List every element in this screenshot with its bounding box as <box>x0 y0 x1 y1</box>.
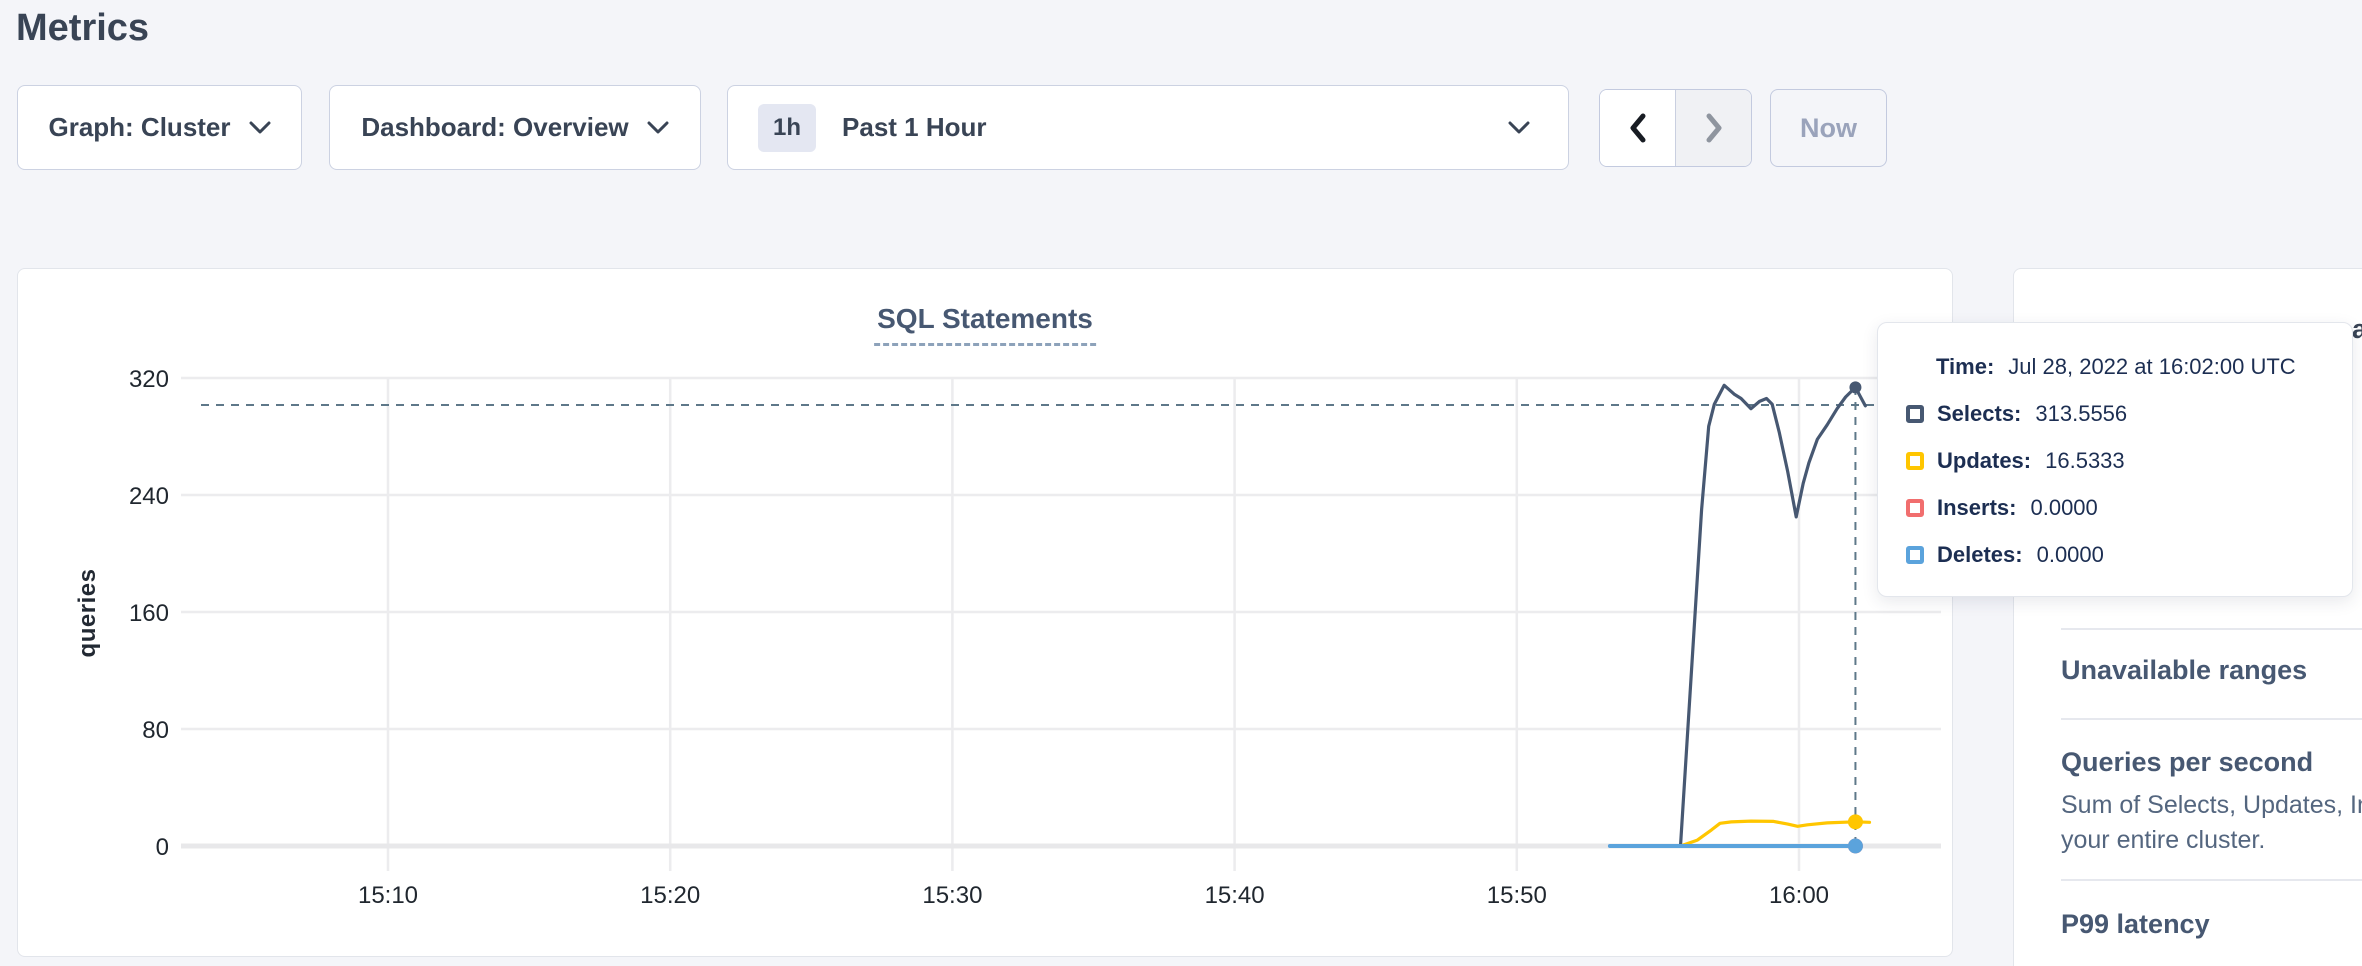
updates-legend-swatch <box>1906 452 1924 470</box>
series-line-updates <box>1610 821 1870 846</box>
metrics-page: Metrics Graph: Cluster Dashboard: Overvi… <box>0 0 2362 966</box>
series-line-selects <box>1610 385 1865 846</box>
sidebar-description-line: your entire cluster. <box>2061 826 2265 855</box>
sidebar-heading-unavailable-ranges: Unavailable ranges <box>2061 655 2307 686</box>
svg-text:320: 320 <box>129 366 169 393</box>
divider <box>2061 628 2362 630</box>
chevron-down-icon <box>249 121 271 135</box>
divider <box>2061 718 2362 720</box>
tooltip-series-label: Inserts: <box>1937 495 2016 521</box>
axis-tick-labels: 320 240 160 80 0 15:10 15:20 15:30 15:40 15:50 16:… <box>129 366 1829 909</box>
dashboard-dropdown[interactable]: Dashboard: Overview <box>329 85 701 170</box>
svg-text:15:30: 15:30 <box>922 882 982 909</box>
chevron-right-icon <box>1704 113 1724 143</box>
prev-time-button[interactable] <box>1600 90 1675 166</box>
tooltip-row-selects: Selects: 313.5556 <box>1878 390 2352 437</box>
tooltip-series-value: 0.0000 <box>2030 495 2097 521</box>
tooltip-time-value: Jul 28, 2022 at 16:02:00 UTC <box>2008 354 2295 380</box>
chevron-down-icon <box>1508 121 1530 135</box>
sidebar-heading-queries-per-second: Queries per second <box>2061 747 2313 778</box>
svg-text:0: 0 <box>156 834 169 861</box>
svg-text:15:10: 15:10 <box>358 882 418 909</box>
tooltip-series-value: 16.5333 <box>2045 448 2125 474</box>
tooltip-time-row: Time: Jul 28, 2022 at 16:02:00 UTC <box>1878 343 2352 390</box>
selects-legend-swatch <box>1906 405 1924 423</box>
svg-text:15:20: 15:20 <box>640 882 700 909</box>
hover-dot-deletes <box>1848 839 1863 854</box>
sidebar-heading-p99-latency: P99 latency <box>2061 909 2210 940</box>
divider <box>2061 879 2362 881</box>
page-title: Metrics <box>16 4 149 52</box>
gridlines <box>181 378 1941 871</box>
sidebar-description-line: Sum of Selects, Updates, Inser <box>2061 791 2362 820</box>
deletes-legend-swatch <box>1906 546 1924 564</box>
svg-text:240: 240 <box>129 483 169 510</box>
svg-text:80: 80 <box>142 717 169 744</box>
graph-dropdown-label: Graph: Cluster <box>48 112 230 143</box>
hover-dot-updates <box>1848 814 1863 829</box>
time-range-label: Past 1 Hour <box>842 112 1482 143</box>
chart-tooltip: Time: Jul 28, 2022 at 16:02:00 UTC Selec… <box>1877 322 2353 597</box>
svg-text:15:40: 15:40 <box>1205 882 1265 909</box>
tooltip-time-label: Time: <box>1936 354 1994 380</box>
sql-statements-chart[interactable]: 320 240 160 80 0 15:10 15:20 15:30 15:40 15:50 16:… <box>18 269 1954 958</box>
chevron-left-icon <box>1628 113 1648 143</box>
tooltip-series-label: Updates: <box>1937 448 2031 474</box>
time-range-badge: 1h <box>758 104 816 152</box>
inserts-legend-swatch <box>1906 499 1924 517</box>
tooltip-row-deletes: Deletes: 0.0000 <box>1878 531 2352 578</box>
tooltip-series-label: Selects: <box>1937 401 2021 427</box>
chevron-down-icon <box>647 121 669 135</box>
tooltip-series-value: 313.5556 <box>2035 401 2127 427</box>
tooltip-series-label: Deletes: <box>1937 542 2023 568</box>
svg-text:15:50: 15:50 <box>1487 882 1547 909</box>
now-button[interactable]: Now <box>1770 89 1887 167</box>
svg-text:16:00: 16:00 <box>1769 882 1829 909</box>
sql-statements-card: SQL Statements queries 32024016080015:10… <box>17 268 1953 957</box>
time-window-nav <box>1599 89 1752 167</box>
hover-dot-selects <box>1849 381 1861 393</box>
dashboard-dropdown-label: Dashboard: Overview <box>361 112 628 143</box>
tooltip-row-inserts: Inserts: 0.0000 <box>1878 484 2352 531</box>
time-range-dropdown[interactable]: 1h Past 1 Hour <box>727 85 1569 170</box>
svg-text:160: 160 <box>129 600 169 627</box>
crosshair <box>201 387 1941 849</box>
tooltip-series-value: 0.0000 <box>2037 542 2104 568</box>
graph-dropdown[interactable]: Graph: Cluster <box>17 85 302 170</box>
tooltip-row-updates: Updates: 16.5333 <box>1878 437 2352 484</box>
clipped-text-fragment: a <box>2352 314 2362 345</box>
next-time-button[interactable] <box>1675 90 1751 166</box>
